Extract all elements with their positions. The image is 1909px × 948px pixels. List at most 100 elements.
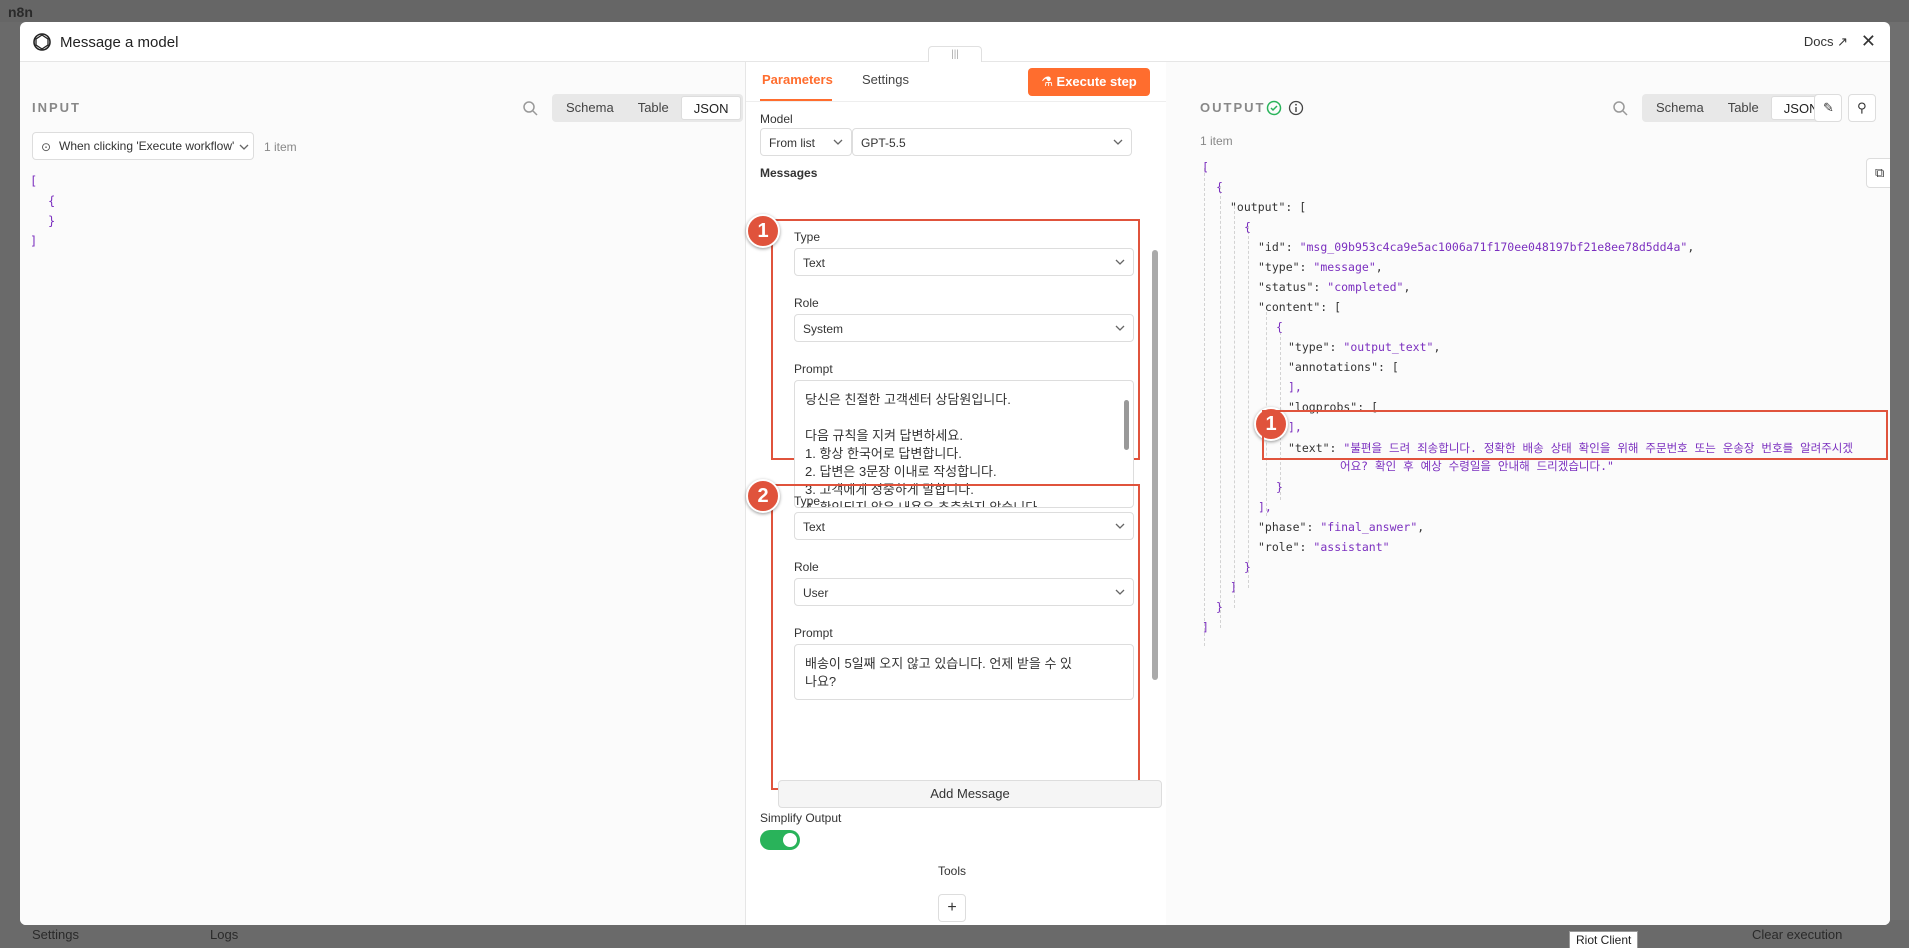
output-item-count: 1 item — [1200, 134, 1233, 148]
search-icon[interactable] — [1612, 100, 1628, 116]
json-field-phase: "phase": "final_answer", — [1258, 520, 1425, 534]
input-view-switcher: Schema Table JSON — [552, 94, 744, 122]
json-bracket: [ — [1202, 160, 1209, 174]
json-key-content: "content": [ — [1258, 300, 1342, 314]
step-badge: 1 — [746, 214, 780, 248]
copy-icon: ⧉ — [1875, 165, 1885, 180]
pencil-icon: ✎ — [1823, 100, 1834, 115]
json-field-id: "id": "msg_09b953c4ca9e5ac1006a71f170ee0… — [1258, 240, 1695, 254]
modal-title: Message a model — [60, 34, 179, 51]
app-sidebar — [0, 22, 20, 948]
active-tab-indicator — [760, 99, 832, 101]
output-label: OUTPUT — [1200, 100, 1266, 115]
tools-label: Tools — [938, 864, 967, 878]
params-scrollbar[interactable] — [1152, 250, 1158, 680]
json-bracket: { — [1244, 220, 1251, 234]
view-json-button[interactable]: JSON — [680, 96, 742, 120]
app-logo: n8n — [8, 4, 33, 20]
openai-icon — [33, 33, 51, 51]
message-role-label: Role — [794, 296, 819, 310]
cursor-click-icon: ⊙ — [41, 140, 52, 154]
model-source-select[interactable]: From list — [760, 128, 852, 156]
message-role-select[interactable]: User — [794, 578, 1134, 606]
docs-link[interactable]: Docs ↗ — [1804, 34, 1848, 50]
input-item-count: 1 item — [264, 140, 297, 154]
json-bracket: { — [48, 194, 56, 208]
view-table-button[interactable]: Table — [626, 96, 681, 120]
prompt-line: 당신은 친절한 고객센터 상담원입니다. — [805, 392, 1011, 407]
simplify-output-label: Simplify Output — [760, 811, 842, 825]
prompt-line: 2. 답변은 3문장 이내로 작성합니다. — [805, 464, 997, 479]
params-tabs: Parameters Settings ⚗ Execute step — [746, 62, 1185, 102]
json-bracket: } — [48, 214, 56, 228]
copy-output-button[interactable]: ⧉ — [1866, 158, 1890, 188]
json-key-annotations: "annotations": [ — [1288, 360, 1399, 374]
model-select[interactable]: GPT-5.5 — [852, 128, 1132, 156]
settings-link[interactable]: Settings — [32, 927, 79, 942]
model-label: Model — [760, 112, 793, 126]
indent-guide — [1234, 206, 1235, 608]
chevron-down-icon — [1115, 259, 1125, 265]
info-icon[interactable] — [1288, 100, 1304, 116]
node-modal: Message a model Docs ↗ ✕ INPUT Schema Ta… — [20, 22, 1890, 925]
tab-parameters[interactable]: Parameters — [762, 72, 833, 87]
json-key-output: "output": [ — [1230, 200, 1307, 214]
add-message-button[interactable]: Add Message — [778, 780, 1162, 808]
indent-guide — [1220, 186, 1221, 628]
json-field-role: "role": "assistant" — [1258, 540, 1390, 554]
json-bracket: } — [1276, 480, 1283, 494]
output-pane: OUTPUT 1 item Schema Table JSON ✎ ⚲ ⧉ [… — [1166, 62, 1890, 925]
indent-guide — [1248, 226, 1249, 588]
json-bracket: [ — [30, 174, 38, 188]
view-table-button[interactable]: Table — [1716, 96, 1771, 120]
step-badge: 2 — [746, 479, 780, 513]
message-type-label: Type — [794, 230, 821, 244]
logs-tab[interactable]: Logs — [210, 927, 238, 942]
chevron-down-icon — [1115, 523, 1125, 529]
pin-output-button[interactable]: ⚲ — [1848, 94, 1876, 122]
json-bracket: ] — [1230, 580, 1237, 594]
json-field-text-continued: 어요? 확인 후 예상 수령일을 안내해 드리겠습니다." — [1340, 459, 1614, 473]
prompt-line: 다음 규칙을 지켜 답변하세요. — [805, 428, 963, 443]
pin-icon: ⚲ — [1857, 100, 1867, 115]
simplify-output-toggle[interactable] — [760, 830, 800, 850]
user-prompt-textarea[interactable]: 배송이 5일째 오지 않고 있습니다. 언제 받을 수 있 나요? — [794, 644, 1134, 700]
json-bracket: ] — [1202, 620, 1209, 634]
flask-icon: ⚗ — [1041, 74, 1057, 89]
trigger-select-value: When clicking 'Execute workflow' — [59, 139, 235, 153]
json-field-content-type: "type": "output_text", — [1288, 340, 1441, 354]
message-type-label: Type — [794, 494, 821, 508]
output-view-switcher: Schema Table JSON — [1642, 94, 1834, 122]
chevron-down-icon — [833, 139, 843, 145]
prompt-line: 배송이 5일째 오지 않고 있습니다. 언제 받을 수 있 — [805, 656, 1072, 671]
messages-label: Messages — [760, 166, 818, 180]
message-type-select[interactable]: Text — [794, 248, 1134, 276]
close-icon[interactable]: ✕ — [1861, 31, 1876, 52]
tab-settings[interactable]: Settings — [862, 72, 909, 87]
clear-execution-button[interactable]: Clear execution — [1752, 927, 1842, 942]
trigger-node-select[interactable]: ⊙ When clicking 'Execute workflow' — [32, 132, 254, 160]
indent-guide — [1204, 168, 1205, 646]
prompt-line: 나요? — [805, 674, 837, 689]
execute-step-button[interactable]: ⚗ Execute step — [1028, 68, 1150, 96]
input-pane: INPUT Schema Table JSON ⊙ When clicking … — [20, 62, 745, 925]
external-link-icon: ↗ — [1837, 34, 1848, 49]
search-icon[interactable] — [522, 100, 538, 116]
view-schema-button[interactable]: Schema — [554, 96, 626, 120]
json-bracket: } — [1216, 600, 1223, 614]
chevron-down-icon — [239, 142, 249, 152]
textarea-scrollbar[interactable] — [1124, 400, 1129, 450]
panel-drag-handle[interactable]: ||| — [928, 46, 982, 62]
prompt-line: 1. 항상 한국어로 답변합니다. — [805, 446, 962, 461]
edit-output-button[interactable]: ✎ — [1814, 94, 1842, 122]
json-bracket: ], — [1258, 500, 1272, 514]
message-type-select[interactable]: Text — [794, 512, 1134, 540]
json-bracket: } — [1244, 560, 1251, 574]
json-bracket: ], — [1288, 380, 1302, 394]
chevron-down-icon — [1113, 139, 1123, 145]
message-role-select[interactable]: System — [794, 314, 1134, 342]
message-prompt-label: Prompt — [794, 626, 833, 640]
add-tool-button[interactable]: + — [938, 894, 966, 922]
view-schema-button[interactable]: Schema — [1644, 96, 1716, 120]
input-label: INPUT — [32, 100, 81, 115]
